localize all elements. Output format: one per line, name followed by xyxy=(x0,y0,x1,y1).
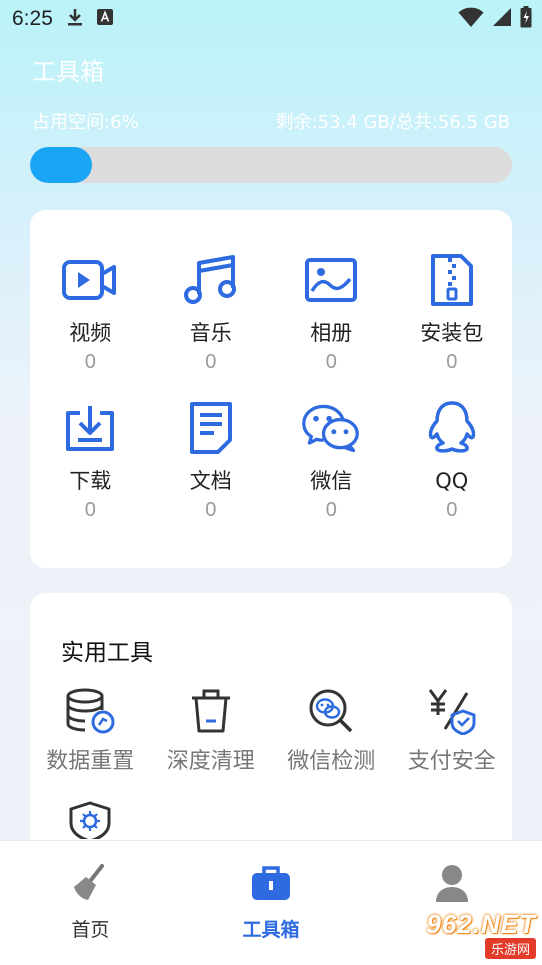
video-icon xyxy=(60,250,120,310)
category-count: 0 xyxy=(446,351,458,373)
nav-label: 首页 xyxy=(71,919,110,941)
category-label: QQ xyxy=(435,469,469,493)
watermark-sub: 乐游网 xyxy=(484,938,536,959)
trash-icon xyxy=(183,683,239,739)
tool-label: 深度清理 xyxy=(166,749,255,774)
tool-virus-scan[interactable] xyxy=(68,801,112,843)
user-icon xyxy=(430,861,474,905)
storage-progress-bar xyxy=(30,147,512,183)
category-count: 0 xyxy=(325,351,337,373)
broom-icon xyxy=(68,861,112,905)
wechat-icon xyxy=(301,398,361,458)
category-label: 下载 xyxy=(69,469,112,493)
category-count: 0 xyxy=(205,351,217,373)
nav-label: 工具箱 xyxy=(242,919,300,941)
category-qq[interactable]: QQ 0 xyxy=(392,398,513,524)
status-bar: 6:25 xyxy=(0,0,542,38)
category-label: 音乐 xyxy=(189,321,232,345)
category-label: 微信 xyxy=(310,469,353,493)
category-music[interactable]: 音乐 0 xyxy=(151,250,272,376)
tools-section-title: 实用工具 xyxy=(61,640,153,666)
qq-icon xyxy=(422,398,482,458)
tool-label: 支付安全 xyxy=(407,749,496,774)
toolbox-icon xyxy=(249,861,293,905)
category-package[interactable]: 安装包 0 xyxy=(392,250,513,376)
status-time: 6:25 xyxy=(12,7,53,30)
category-count: 0 xyxy=(325,499,337,521)
storage-remaining-text: 剩余:53.4 GB/总共:56.5 GB xyxy=(275,112,510,133)
nav-home[interactable]: 首页 xyxy=(0,841,181,965)
category-album[interactable]: 相册 0 xyxy=(271,250,392,376)
tool-data-reset[interactable]: 数据重置 xyxy=(30,683,151,775)
file-categories-card: 视频 0 音乐 0 相册 0 安装包 0 下载 0 文档 0 微信 0 QQ 0 xyxy=(30,210,512,568)
watermark-main: 962.NET xyxy=(426,909,536,939)
storage-progress-fill xyxy=(30,147,92,183)
battery-icon xyxy=(520,6,532,32)
payment-shield-icon xyxy=(424,683,480,739)
package-icon xyxy=(422,250,482,310)
wifi-icon xyxy=(458,6,484,32)
category-video[interactable]: 视频 0 xyxy=(30,250,151,376)
music-icon xyxy=(181,250,241,310)
tool-wechat-scan[interactable]: 微信检测 xyxy=(271,683,392,775)
category-label: 文档 xyxy=(189,469,232,493)
category-download[interactable]: 下载 0 xyxy=(30,398,151,524)
tool-deep-clean[interactable]: 深度清理 xyxy=(151,683,272,775)
photo-album-icon xyxy=(301,250,361,310)
download-status-icon xyxy=(67,8,83,30)
category-count: 0 xyxy=(205,499,217,521)
site-watermark: 962.NET 乐游网 xyxy=(426,909,536,959)
download-icon xyxy=(60,398,120,458)
keyboard-status-icon xyxy=(96,9,113,29)
category-label: 相册 xyxy=(310,321,353,345)
category-document[interactable]: 文档 0 xyxy=(151,398,272,524)
wechat-scan-icon xyxy=(303,683,359,739)
signal-icon xyxy=(492,7,512,31)
nav-toolbox[interactable]: 工具箱 xyxy=(181,841,362,965)
tool-payment-security[interactable]: 支付安全 xyxy=(392,683,513,775)
tool-label: 微信检测 xyxy=(287,749,376,774)
category-wechat[interactable]: 微信 0 xyxy=(271,398,392,524)
tool-label: 数据重置 xyxy=(46,749,135,774)
storage-used-text: 占用空间:6% xyxy=(32,112,139,133)
category-label: 安装包 xyxy=(420,321,484,345)
category-count: 0 xyxy=(446,499,458,521)
category-count: 0 xyxy=(84,351,96,373)
page-title: 工具箱 xyxy=(32,58,104,86)
category-label: 视频 xyxy=(69,321,112,345)
database-reset-icon xyxy=(62,683,118,739)
category-count: 0 xyxy=(84,499,96,521)
document-icon xyxy=(181,398,241,458)
